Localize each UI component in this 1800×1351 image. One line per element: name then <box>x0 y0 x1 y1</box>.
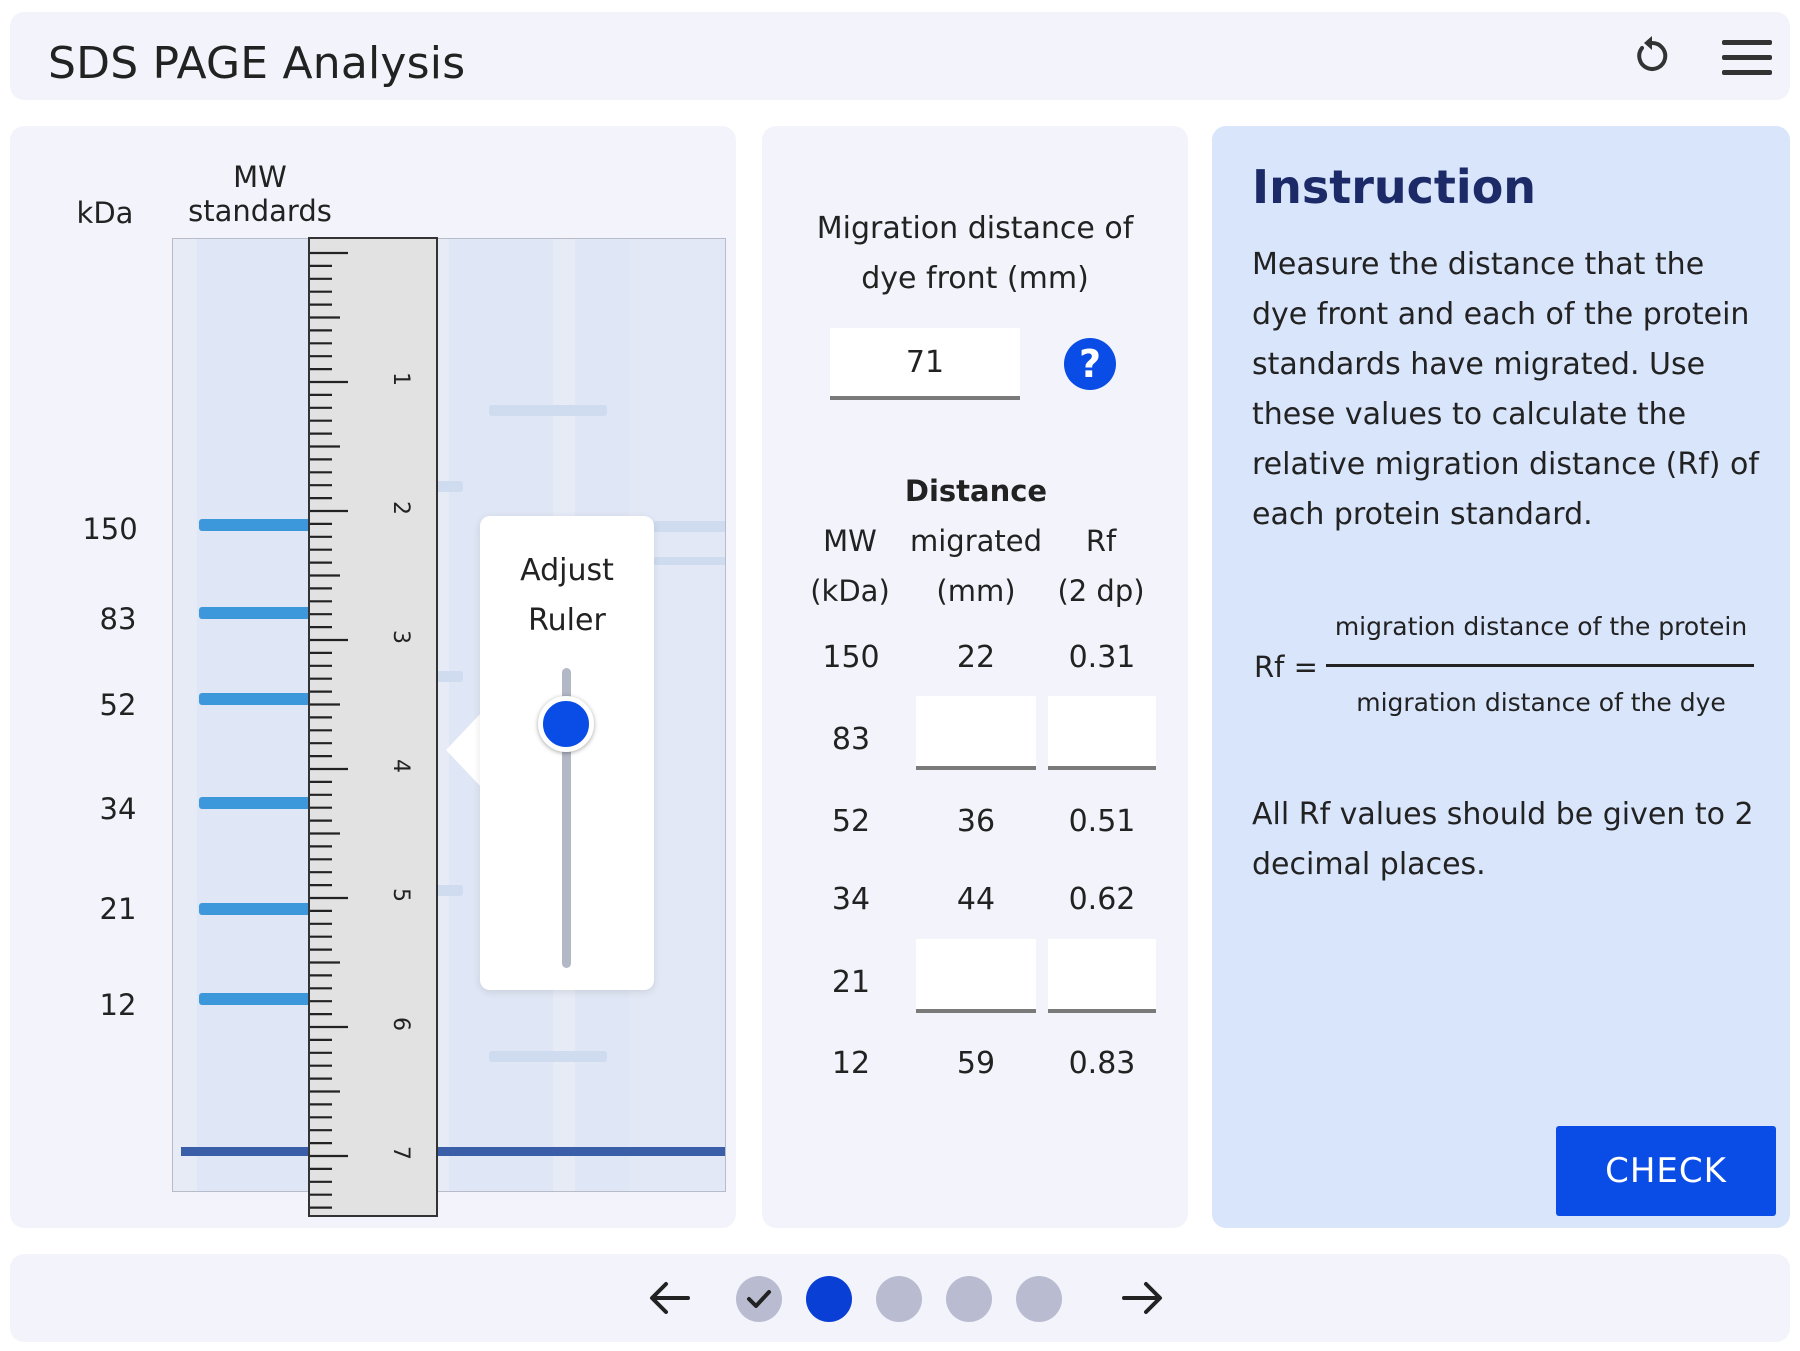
distance-value: 44 <box>956 882 996 917</box>
mw-band-150 <box>199 519 311 531</box>
formula-numerator: migration distance of the protein <box>1334 612 1748 641</box>
row-mw-value: 12 <box>831 1046 871 1081</box>
step-dot-1[interactable] <box>736 1276 782 1322</box>
reset-button[interactable] <box>1630 34 1674 78</box>
header-mw: MW (kDa) <box>810 524 890 608</box>
formula-rf-label: Rf = <box>1254 650 1318 684</box>
header-rf: Rf (2 dp) <box>1057 524 1145 608</box>
mw-standards-label: MW standards <box>188 160 332 228</box>
formula-fraction-line <box>1326 664 1754 667</box>
rf-value: 0.62 <box>1068 882 1136 917</box>
gel-lane <box>197 239 309 1191</box>
reset-icon <box>1637 36 1668 71</box>
sample-band <box>489 405 607 416</box>
marker-label-83: 83 <box>99 602 137 636</box>
menu-button[interactable] <box>1722 38 1774 78</box>
row-mw-value: 21 <box>831 965 871 1000</box>
mw-band-12 <box>199 993 311 1005</box>
rf-input[interactable] <box>1048 696 1156 770</box>
row-mw-value: 34 <box>831 882 871 917</box>
ruler-number: 2 <box>388 501 413 515</box>
adjust-ruler-card: Adjust Ruler <box>480 516 654 990</box>
row-mw-value: 83 <box>831 722 871 757</box>
ruler-number: 3 <box>388 630 413 644</box>
instruction-title: Instruction <box>1252 160 1537 214</box>
next-button[interactable] <box>1120 1278 1164 1318</box>
prev-button[interactable] <box>648 1278 692 1318</box>
mw-band-52 <box>199 693 311 705</box>
marker-label-150: 150 <box>82 512 138 546</box>
distance-input[interactable] <box>916 696 1036 770</box>
sample-band <box>489 1051 607 1062</box>
arrow-left-icon <box>650 1282 690 1314</box>
ruler-number: 4 <box>388 759 413 773</box>
mw-band-34 <box>199 797 311 809</box>
ruler-number: 1 <box>388 372 413 386</box>
header-distance-top: Distance <box>904 474 1048 508</box>
dye-front <box>181 1147 725 1156</box>
instruction-text: Measure the distance that the dye front … <box>1252 247 1759 532</box>
step-dot-5[interactable] <box>1016 1276 1062 1322</box>
arrow-right-icon <box>1122 1282 1162 1314</box>
dye-front-label: Migration distance of dye front (mm) <box>816 211 1134 296</box>
ruler-number: 6 <box>388 1017 413 1031</box>
measuring-ruler[interactable]: 1 2 3 4 5 6 7 <box>308 237 438 1217</box>
rf-value: 0.83 <box>1068 1046 1136 1081</box>
sample-band <box>653 521 725 532</box>
adjust-pointer <box>446 712 482 788</box>
app-title: SDS PAGE Analysis <box>48 38 466 89</box>
adjust-ruler-title: Adjust Ruler <box>520 553 614 638</box>
row-mw-value: 52 <box>831 804 871 839</box>
ruler-number: 7 <box>388 1146 413 1160</box>
mw-band-21 <box>199 903 311 915</box>
app-header: SDS PAGE Analysis <box>10 12 1790 100</box>
row-mw-value: 150 <box>822 640 880 675</box>
sample-band <box>653 557 725 565</box>
kda-axis-label: kDa <box>76 196 134 230</box>
rf-value: 0.31 <box>1068 640 1136 675</box>
distance-value: 36 <box>956 804 996 839</box>
decimal-places-note: All Rf values should be given to 2 decim… <box>1252 797 1754 882</box>
marker-label-12: 12 <box>99 988 137 1022</box>
ruler-scale: 1 2 3 4 5 6 7 <box>310 251 413 1209</box>
marker-label-21: 21 <box>99 892 137 926</box>
distance-value: 22 <box>956 640 996 675</box>
distance-value: 59 <box>956 1046 996 1081</box>
mw-band-83 <box>199 607 311 619</box>
distance-input[interactable] <box>916 939 1036 1013</box>
step-dot-3[interactable] <box>876 1276 922 1322</box>
step-dot-4[interactable] <box>946 1276 992 1322</box>
check-button[interactable]: CHECK <box>1556 1126 1776 1216</box>
marker-label-52: 52 <box>99 688 137 722</box>
ruler-slider-thumb[interactable] <box>538 696 594 752</box>
header-distance: migrated (mm) <box>909 524 1043 608</box>
ruler-number: 5 <box>388 888 413 902</box>
dye-front-distance-input[interactable] <box>830 328 1020 400</box>
hamburger-menu-icon <box>1722 40 1772 45</box>
help-button[interactable]: ? <box>1064 338 1116 390</box>
rf-value: 0.51 <box>1068 804 1136 839</box>
step-navigation <box>10 1254 1790 1342</box>
checkmark-icon <box>747 1290 771 1308</box>
step-dot-2[interactable] <box>806 1276 852 1322</box>
marker-label-34: 34 <box>99 792 137 826</box>
rf-input[interactable] <box>1048 939 1156 1013</box>
formula-denominator: migration distance of the dye <box>1356 688 1726 717</box>
